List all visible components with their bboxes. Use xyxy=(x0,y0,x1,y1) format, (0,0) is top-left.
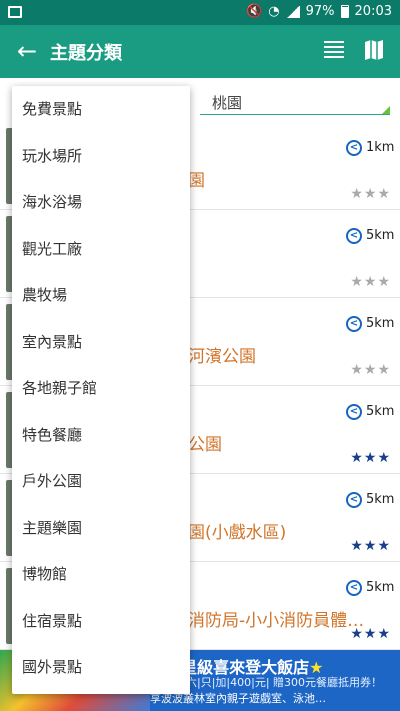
category-option[interactable]: 海水浴場 xyxy=(12,179,190,226)
city-filter-select[interactable]: 桃園 xyxy=(212,92,242,113)
battery-icon xyxy=(340,5,349,18)
category-option[interactable]: 博物館 xyxy=(12,551,190,598)
city-filter-underline xyxy=(200,114,390,115)
distance-icon: < xyxy=(346,140,362,156)
signal-icon xyxy=(285,5,300,18)
category-option[interactable]: 各地親子館 xyxy=(12,365,190,412)
distance-icon: < xyxy=(346,316,362,332)
category-dropdown: 免費景點 玩水場所 海水浴場 觀光工廠 農牧場 室內景點 各地親子館 特色餐廳 … xyxy=(12,86,190,694)
category-option[interactable]: 農牧場 xyxy=(12,272,190,319)
category-option[interactable]: 玩水場所 xyxy=(12,133,190,180)
category-option[interactable]: 戶外公園 xyxy=(12,458,190,505)
page-title: 主題分類 xyxy=(50,43,122,64)
category-option[interactable]: 免費景點 xyxy=(12,86,190,133)
wifi-icon: ◔ xyxy=(268,4,280,19)
distance-label: 5km xyxy=(366,404,395,419)
clock: 20:03 xyxy=(354,4,392,19)
gallery-icon xyxy=(8,6,22,18)
dropdown-indicator-icon xyxy=(382,106,390,114)
mute-icon: 🔇 xyxy=(246,4,263,19)
category-option[interactable]: 觀光工廠 xyxy=(12,226,190,273)
rating-stars: ★ ★ ★ xyxy=(350,274,390,290)
list-view-icon[interactable] xyxy=(324,41,344,59)
distance-label: 1km xyxy=(366,140,395,155)
banner-subline: 六|只|加|400|元| 贈300元餐廳抵用券！ xyxy=(186,676,383,689)
distance-label: 5km xyxy=(366,228,395,243)
distance-icon: < xyxy=(346,228,362,244)
distance-label: 5km xyxy=(366,580,395,595)
category-option[interactable]: 特色餐廳 xyxy=(12,412,190,459)
arrow-back-icon[interactable]: ← xyxy=(12,36,42,66)
app-bar: ← 主題分類 xyxy=(0,25,400,78)
distance-icon: < xyxy=(346,492,362,508)
category-option[interactable]: 國外景點 xyxy=(12,644,190,691)
status-bar: 🔇 ◔ 97% 20:03 xyxy=(0,0,400,25)
distance-label: 5km xyxy=(366,316,395,331)
status-right: 🔇 ◔ 97% 20:03 xyxy=(246,4,392,19)
distance-icon: < xyxy=(346,580,362,596)
distance-label: 5km xyxy=(366,492,395,507)
battery-text: 97% xyxy=(305,4,335,19)
rating-stars: ★ ★ ★ xyxy=(350,186,390,202)
map-icon[interactable] xyxy=(364,39,384,61)
rating-stars: ★ ★ ★ xyxy=(350,538,390,554)
rating-stars: ★ ★ ★ xyxy=(350,362,390,378)
distance-icon: < xyxy=(346,404,362,420)
rating-stars: ★ ★ ★ xyxy=(350,626,390,642)
category-option[interactable]: 室內景點 xyxy=(12,319,190,366)
category-option[interactable]: 主題樂園 xyxy=(12,505,190,552)
category-option[interactable]: 住宿景點 xyxy=(12,598,190,645)
rating-stars: ★ ★ ★ xyxy=(350,450,390,466)
